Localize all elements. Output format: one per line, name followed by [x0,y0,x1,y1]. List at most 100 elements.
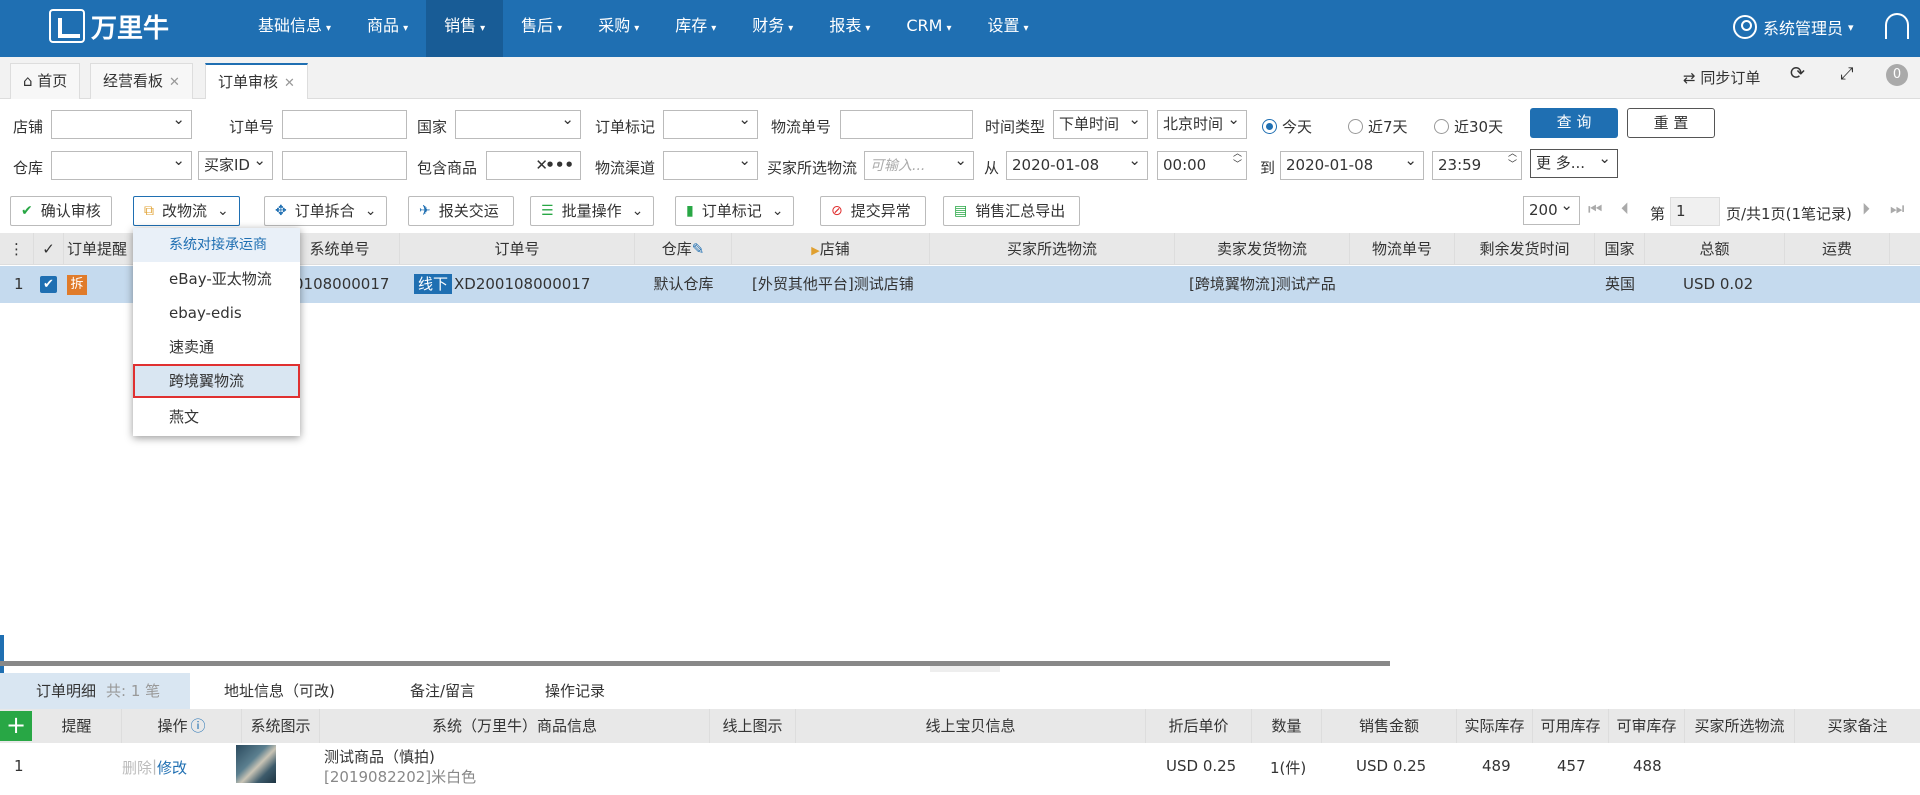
col-country[interactable]: 国家 [1595,233,1645,265]
menu-item-aliexpress[interactable]: 速卖通 [133,330,300,364]
tab-remarks[interactable]: 备注/留言 [410,673,475,709]
time-type-select[interactable]: 下单时间 [1053,110,1148,139]
col-shop[interactable]: ▶店铺 [732,233,930,265]
date-from-select[interactable]: 2020-01-08 [1006,151,1148,180]
page-number-input[interactable]: 1 [1670,197,1720,226]
reset-button[interactable]: 重 置 [1627,108,1715,138]
time-to-input[interactable]: 23:59 ︿ ﹀ [1432,151,1522,180]
timezone-select[interactable]: 北京时间 [1157,110,1247,139]
country-select[interactable] [455,110,581,139]
col-system-goods[interactable]: 系统（万里牛）商品信息 [320,709,710,743]
date-to-select[interactable]: 2020-01-08 [1280,151,1424,180]
col-sales-amount[interactable]: 销售金额 [1322,709,1457,743]
sales-export-button[interactable]: ▤ 销售汇总导出 [943,196,1081,226]
col-auditable-stock[interactable]: 可审库存 [1609,709,1685,743]
nav-after-sales[interactable]: 售后 ▾ [503,0,580,57]
nav-reports[interactable]: 报表 ▾ [811,0,888,57]
horizontal-scrollbar[interactable] [0,661,1390,666]
radio-7days[interactable]: 近7天 [1348,116,1408,137]
logistics-no-input[interactable] [840,110,973,139]
nav-finance[interactable]: 财务 ▾ [734,0,811,57]
col-system-image[interactable]: 系统图示 [242,709,320,743]
menu-item-system-carrier[interactable]: 系统对接承运商 [133,228,300,262]
edit-icon[interactable]: ✎ [692,240,705,258]
order-split-merge-button[interactable]: ✥ 订单拆合 ⌄ [264,196,388,226]
buyer-id-select[interactable]: 买家ID [198,151,273,180]
warehouse-select[interactable] [51,151,192,180]
first-page-icon[interactable]: ⏮ [1588,199,1602,219]
col-total[interactable]: 总额 [1645,233,1785,265]
brand-logo[interactable]: 万里牛 [49,9,169,44]
sync-orders-button[interactable]: ⇄ 同步订单 [1683,67,1760,88]
col-seller-logistics[interactable]: 卖家发货物流 [1175,233,1350,265]
buyer-id-input[interactable] [282,151,407,180]
nav-inventory[interactable]: 库存 ▾ [657,0,734,57]
spinner-icon[interactable]: ︿ ﹀ [1508,152,1517,171]
col-logistics-no[interactable]: 物流单号 [1350,233,1455,265]
side-handle[interactable] [0,635,4,675]
query-button[interactable]: 查 询 [1530,108,1618,138]
prev-page-icon[interactable]: ⏴ [1621,199,1629,219]
col-operation[interactable]: 操作 ⓘ [122,709,242,743]
confirm-review-button[interactable]: ✔ 确认审核 [10,196,112,226]
col-unit-price[interactable]: 折后单价 [1146,709,1252,743]
submit-abnormal-button[interactable]: ⊘ 提交异常 [820,196,926,226]
nav-sales[interactable]: 销售 ▾ [426,0,504,57]
close-icon[interactable]: ✕ [284,76,295,91]
channel-select[interactable] [663,151,758,180]
nav-goods[interactable]: 商品 ▾ [349,0,426,57]
col-order-no[interactable]: 订单号 [400,233,635,265]
order-no-input[interactable] [282,110,407,139]
more-filters-button[interactable]: 更 多... [1530,149,1618,178]
user-menu[interactable]: 系统管理员 ▾ [1733,12,1854,42]
menu-item-ebay-apac[interactable]: eBay-亚太物流 [133,262,300,296]
time-from-input[interactable]: 00:00 ︿ ﹀ [1157,151,1247,180]
buyer-logistics-select[interactable]: 可输入... [864,151,974,180]
fullscreen-icon[interactable]: ⤢ [1840,64,1854,84]
product-thumbnail[interactable] [236,745,276,783]
col-buyer-logistics[interactable]: 买家所选物流 [1685,709,1795,743]
col-quantity[interactable]: 数量 [1252,709,1322,743]
menu-item-ebay-edis[interactable]: ebay-edis [133,296,300,330]
tab-order-detail[interactable]: 订单明细 共: 1 笔 [0,673,190,709]
menu-item-kuajingyi[interactable]: 跨境翼物流 [133,364,300,398]
delete-link[interactable]: 删除 [122,757,152,778]
select-all-checkbox[interactable]: ✓ [34,233,64,265]
col-online-image[interactable]: 线上图示 [710,709,796,743]
col-available-stock[interactable]: 可用库存 [1533,709,1609,743]
nav-crm[interactable]: CRM ▾ [888,0,969,57]
col-shipping-fee[interactable]: 运费 [1785,233,1890,265]
radio-30days[interactable]: 近30天 [1434,116,1503,137]
tab-operation-log[interactable]: 操作记录 [545,673,605,709]
col-actual-stock[interactable]: 实际库存 [1457,709,1533,743]
edit-link[interactable]: 修改 [157,757,187,778]
tab-address[interactable]: 地址信息（可改) [224,673,335,709]
order-tag-button[interactable]: ▮ 订单标记 ⌄ [675,196,795,226]
close-icon[interactable]: ✕ [169,75,180,90]
more-icon[interactable]: ••• [545,152,574,179]
col-order-reminder[interactable]: 订单提醒 [64,233,134,265]
col-warehouse[interactable]: 仓库✎ [635,233,732,265]
order-tag-select[interactable] [663,110,758,139]
add-item-button[interactable]: + [0,711,32,741]
radio-today[interactable]: 今天 [1262,116,1312,137]
tab-home[interactable]: ⌂ 首页 [10,63,81,99]
col-reminder[interactable]: 提醒 [32,709,122,743]
page-size-select[interactable]: 200 [1523,196,1580,225]
info-icon[interactable]: ⓘ [191,717,206,735]
menu-item-yanwen[interactable]: 燕文 [133,400,300,434]
resize-handle[interactable] [930,666,1000,672]
col-buyer-logistics[interactable]: 买家所选物流 [930,233,1175,265]
tab-order-review[interactable]: 订单审核 ✕ [205,63,308,99]
change-logistics-button[interactable]: ⧉ 改物流 ⌄ [133,196,240,226]
tab-dashboard[interactable]: 经营看板 ✕ [90,63,193,99]
headset-icon[interactable] [1885,13,1909,39]
col-buyer-note[interactable]: 买家备注 [1795,709,1920,743]
col-online-goods[interactable]: 线上宝贝信息 [796,709,1146,743]
nav-basic-info[interactable]: 基础信息 ▾ [240,0,349,57]
column-menu-icon[interactable]: ⋮ [0,233,34,265]
next-page-icon[interactable]: ⏵ [1862,199,1870,219]
spinner-icon[interactable]: ︿ ﹀ [1233,152,1242,171]
batch-ops-button[interactable]: ☰ 批量操作 ⌄ [530,196,655,226]
col-remaining-time[interactable]: 剩余发货时间 [1455,233,1595,265]
